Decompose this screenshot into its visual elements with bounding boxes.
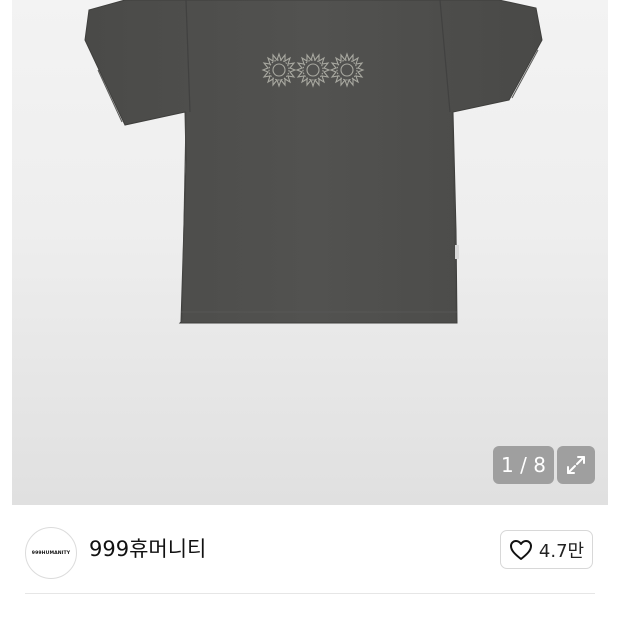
product-photo[interactable] <box>12 0 608 505</box>
gallery-edge-left <box>0 0 12 505</box>
product-image-gallery[interactable]: 1 / 8 <box>0 0 620 505</box>
brand-info-bar: 999HUMANITY 999휴머니티 4.7만 <box>0 505 620 620</box>
brand-logo-avatar[interactable]: 999HUMANITY <box>25 527 77 579</box>
tshirt-image <box>84 0 543 324</box>
like-button[interactable]: 4.7만 <box>500 530 593 569</box>
expand-arrows-icon <box>567 456 585 474</box>
like-count: 4.7만 <box>538 540 585 562</box>
gallery-edge-right <box>608 0 620 505</box>
expand-image-button[interactable] <box>557 446 595 484</box>
image-counter: 1 / 8 <box>493 446 554 484</box>
brand-name-link[interactable]: 999휴머니티 <box>89 535 206 563</box>
section-divider <box>25 593 595 594</box>
heart-outline-icon <box>509 539 532 560</box>
brand-logo-text: 999HUMANITY <box>31 550 71 556</box>
